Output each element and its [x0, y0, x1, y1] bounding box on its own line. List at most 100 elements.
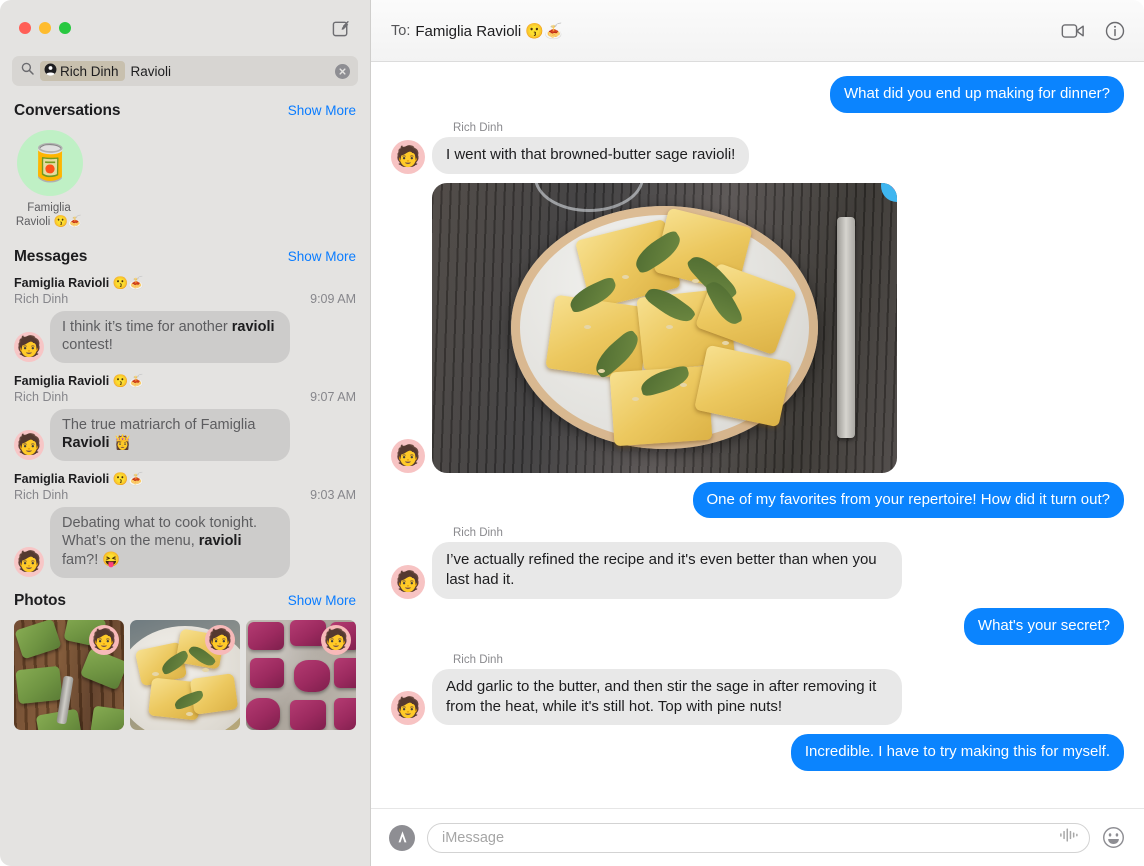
compose-icon[interactable]: [328, 15, 354, 41]
recipient-name[interactable]: Famiglia Ravioli 😗🍝: [415, 22, 562, 40]
result-meta: Rich Dinh 9:09 AM: [14, 292, 356, 306]
search-token-contact[interactable]: Rich Dinh: [40, 61, 125, 81]
avatar: 🧑: [89, 624, 119, 655]
message-bubble[interactable]: What's your secret?: [963, 607, 1130, 645]
message-row-outgoing: Incredible. I have to try making this fo…: [391, 734, 1130, 772]
window-controls: [19, 22, 71, 34]
avatar[interactable]: 🧑: [391, 564, 425, 599]
sidebar-results[interactable]: Conversations Show More 🥫 Famiglia Ravio…: [0, 86, 370, 866]
conversation-avatar: 🥫: [17, 130, 83, 196]
section-title-messages: Messages: [14, 247, 88, 265]
result-group-name: Famiglia Ravioli 😗🍝: [14, 275, 144, 290]
message-sender: Rich Dinh: [453, 653, 503, 666]
list-item[interactable]: Famiglia Ravioli 😗🍝 Rich Dinh 9:09 AM 🧑 …: [0, 276, 370, 363]
list-item[interactable]: Famiglia Ravioli 😗🍝 Rich Dinh 9:03 AM 🧑 …: [0, 472, 370, 578]
conversation-pane: To: Famiglia Ravioli 😗🍝 What did you end…: [371, 0, 1144, 866]
sidebar-titlebar: [0, 0, 370, 56]
message-row-incoming-image: 🧑: [391, 182, 1124, 473]
snippet-after: 👸: [109, 435, 132, 452]
imessage-input-wrap[interactable]: [427, 822, 1090, 853]
photo-thumbnail[interactable]: 🧑: [130, 619, 240, 730]
clear-icon[interactable]: [335, 63, 350, 79]
messages-window: Rich Dinh Ravioli Conversations Show Mor…: [0, 0, 1144, 866]
close-button[interactable]: [19, 22, 31, 34]
message-row-incoming: 🧑 Add garlic to the butter, and then sti…: [391, 668, 1124, 726]
section-header-messages: Messages Show More: [0, 248, 370, 266]
to-label: To:: [391, 22, 411, 39]
snippet-highlight: ravioli: [198, 533, 242, 550]
conversation-item-famiglia-ravioli[interactable]: 🥫 Famiglia Ravioli 😗🍝: [14, 130, 86, 230]
message-bubble[interactable]: Incredible. I have to try making this fo…: [790, 734, 1130, 772]
conversations-list: 🥫 Famiglia Ravioli 😗🍝: [0, 130, 370, 230]
audio-waveform-icon[interactable]: [1058, 827, 1080, 848]
result-snippet: Debating what to cook tonight. What’s on…: [46, 506, 290, 578]
message-group-incoming: Rich Dinh 🧑 I went with that browned-but…: [391, 122, 1124, 183]
result-time: 9:07 AM: [310, 389, 356, 404]
result-snippet: The true matriarch of Famiglia Ravioli 👸: [46, 408, 290, 462]
avatar: 🧑: [321, 624, 351, 655]
emoji-smiley-icon[interactable]: [1102, 826, 1125, 849]
snippet-after: fam?! 😝: [62, 552, 121, 569]
avatar[interactable]: 🧑: [391, 139, 425, 174]
message-list[interactable]: What did you end up making for dinner? R…: [371, 62, 1144, 808]
snippet-highlight: Ravioli: [62, 435, 110, 452]
result-bubble-row: 🧑 I think it’s time for another ravioli …: [14, 310, 356, 363]
zoom-button[interactable]: [59, 22, 71, 34]
message-group-incoming: Rich Dinh 🧑 Add garlic to the butter, an…: [391, 654, 1124, 735]
search-token-label: Rich Dinh: [60, 63, 119, 79]
message-row-incoming: 🧑 I’ve actually refined the recipe and i…: [391, 542, 1124, 599]
search-container: Rich Dinh Ravioli: [0, 56, 370, 86]
message-row-outgoing: One of my favorites from your repertoire…: [391, 481, 1129, 519]
result-bubble-row: 🧑 Debating what to cook tonight. What’s …: [14, 506, 356, 578]
result-sender: Rich Dinh: [14, 291, 69, 306]
photo-thumbnail[interactable]: 🧑: [14, 619, 124, 730]
result-sender: Rich Dinh: [14, 487, 69, 502]
avatar[interactable]: 🧑: [391, 691, 425, 726]
search-icon: [21, 62, 34, 80]
avatar: 🧑: [14, 331, 44, 362]
result-meta: Rich Dinh 9:07 AM: [14, 390, 356, 404]
minimize-button[interactable]: [39, 22, 51, 34]
message-bubble[interactable]: What did you end up making for dinner?: [830, 76, 1129, 113]
photo-thumbnail[interactable]: 🧑: [246, 619, 356, 730]
avatar: 🧑: [205, 624, 235, 655]
show-more-photos[interactable]: Show More: [288, 593, 356, 608]
show-more-conversations[interactable]: Show More: [288, 103, 356, 118]
message-sender: Rich Dinh: [453, 527, 503, 540]
info-icon[interactable]: [1105, 21, 1125, 41]
result-meta: Rich Dinh 9:03 AM: [14, 488, 356, 502]
sidebar: Rich Dinh Ravioli Conversations Show Mor…: [0, 0, 371, 866]
result-bubble-row: 🧑 The true matriarch of Famiglia Ravioli…: [14, 408, 356, 462]
show-more-messages[interactable]: Show More: [288, 249, 356, 264]
section-title-conversations: Conversations: [14, 102, 121, 119]
conversation-name: Famiglia Ravioli 😗🍝: [15, 202, 83, 229]
search-field[interactable]: Rich Dinh Ravioli: [12, 56, 358, 86]
message-bubble[interactable]: I went with that browned-butter sage rav…: [426, 136, 750, 174]
message-row-outgoing: What did you end up making for dinner?: [391, 76, 1129, 113]
result-time: 9:09 AM: [310, 291, 356, 306]
message-image[interactable]: [432, 182, 897, 473]
snippet-highlight: ravioli: [231, 318, 275, 335]
message-row-outgoing: What's your secret?: [391, 607, 1130, 645]
photos-grid: 🧑 🧑 🧑: [0, 619, 370, 730]
message-bubble[interactable]: I’ve actually refined the recipe and it'…: [427, 542, 902, 599]
message-group-incoming: Rich Dinh 🧑 I’ve actually refined the re…: [391, 527, 1124, 608]
section-title-photos: Photos: [14, 591, 66, 609]
header-actions: [1061, 21, 1125, 41]
snippet-before: I think it’s time for another: [62, 318, 232, 335]
conversation-header: To: Famiglia Ravioli 😗🍝: [371, 0, 1144, 62]
avatar[interactable]: 🧑: [391, 438, 425, 473]
avatar: 🧑: [14, 546, 44, 577]
message-sender: Rich Dinh: [453, 121, 503, 134]
message-input[interactable]: [442, 829, 1058, 846]
snippet-before: The true matriarch of Famiglia: [62, 416, 256, 433]
message-bubble[interactable]: One of my favorites from your repertoire…: [692, 481, 1129, 519]
app-store-icon[interactable]: [389, 824, 415, 851]
result-group-name: Famiglia Ravioli 😗🍝: [14, 471, 144, 486]
message-bubble[interactable]: Add garlic to the butter, and then stir …: [427, 668, 902, 726]
list-item[interactable]: Famiglia Ravioli 😗🍝 Rich Dinh 9:07 AM 🧑 …: [0, 374, 370, 462]
person-icon: [44, 63, 57, 79]
search-query-text[interactable]: Ravioli: [131, 64, 329, 79]
section-header-conversations: Conversations Show More: [0, 102, 370, 120]
facetime-video-icon[interactable]: [1061, 23, 1085, 39]
